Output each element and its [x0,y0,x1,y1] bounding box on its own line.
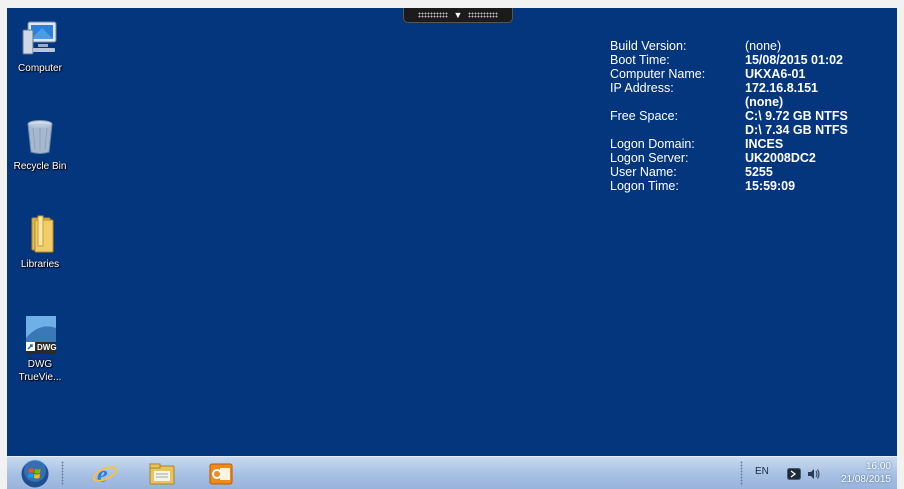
bginfo-panel: Build Version: (none) Boot Time: 15/08/2… [610,39,848,193]
clock-date: 21/08/2015 [840,474,891,485]
desktop-icon-dwg-trueview[interactable]: DWG DWG TrueVie... [7,314,73,384]
info-key: Logon Domain: [610,137,695,151]
language-indicator[interactable]: EN [755,466,769,477]
recycle-bin-icon [20,116,60,156]
computer-icon [20,18,60,58]
tray-separator [740,461,743,486]
dwg-badge: DWG [37,343,57,352]
info-row: Free Space: C:\ 9.72 GB NTFS [610,109,848,123]
taskbar-separator [61,461,64,486]
info-row: Boot Time: 15/08/2015 01:02 [610,53,848,67]
info-key: IP Address: [610,81,674,95]
clock-time: 16:00 [865,461,891,472]
info-value: 172.16.8.151 [745,81,818,95]
info-row: User Name: 5255 [610,165,848,179]
outlook-icon [209,463,233,484]
info-value: (none) [745,95,784,109]
info-row: Logon Server: UK2008DC2 [610,151,848,165]
taskbar-outlook[interactable] [203,458,239,489]
system-clock[interactable]: 16:00 21/08/2015 [841,460,891,486]
info-key: Logon Time: [610,179,679,193]
volume-tray[interactable] [805,458,823,489]
info-key: Computer Name: [610,67,706,81]
desktop: ▼ Computer Recycle Bin Libraries DWG DWG… [7,8,897,456]
info-row: Computer Name: UKXA6-01 [610,67,848,81]
remote-session-bar[interactable]: ▼ [403,8,513,23]
taskbar-file-explorer[interactable] [144,458,180,489]
libraries-folder-icon [20,214,60,254]
info-key: Boot Time: [610,53,670,67]
info-key: Build Version: [610,39,687,53]
info-row: IP Address: 172.16.8.151 [610,81,848,95]
folder-icon [149,463,175,484]
action-center-tray[interactable] [785,458,803,489]
info-value: 15:59:09 [745,179,796,193]
info-key: Logon Server: [610,151,689,165]
info-row: D:\ 7.34 GB NTFS [610,123,848,137]
info-value: INCES [745,137,784,151]
info-row: Logon Time: 15:59:09 [610,179,848,193]
info-row: (none) [610,95,848,109]
pin-down-icon[interactable]: ▼ [454,10,463,20]
dwg-trueview-icon: DWG [20,314,60,354]
grip-handle-right[interactable] [468,12,499,18]
info-value: UK2008DC2 [745,151,816,165]
desktop-icon-label: Libraries [20,259,60,270]
info-row: Build Version: (none) [610,39,848,53]
info-value: (none) [745,39,782,53]
info-value: 15/08/2015 01:02 [745,53,844,67]
internet-explorer-icon: e [92,462,118,487]
speaker-icon [808,468,820,479]
grip-handle-left[interactable] [417,12,448,18]
display-tray-icon [787,467,801,480]
info-key: User Name: [610,165,677,179]
desktop-icon-computer[interactable]: Computer [7,18,73,75]
info-value: 5255 [745,165,773,179]
info-key [610,95,745,109]
taskbar: e EN 16:00 21/08/2015 [7,456,897,489]
desktop-icon-label: Computer [18,63,62,74]
info-row: Logon Domain: INCES [610,137,848,151]
info-value: C:\ 9.72 GB NTFS [745,109,848,123]
info-key [610,123,745,137]
info-key: Free Space: [610,109,679,123]
start-button[interactable] [15,458,55,489]
info-value: UKXA6-01 [745,67,806,81]
info-value: D:\ 7.34 GB NTFS [745,123,848,137]
desktop-icon-libraries[interactable]: Libraries [7,214,73,271]
desktop-icon-label: DWG TrueVie... [18,359,62,383]
taskbar-internet-explorer[interactable]: e [87,458,123,489]
desktop-icon-label: Recycle Bin [13,161,67,172]
svg-text:e: e [97,462,108,487]
windows-orb-icon [20,459,50,488]
desktop-icon-recycle-bin[interactable]: Recycle Bin [7,116,73,173]
